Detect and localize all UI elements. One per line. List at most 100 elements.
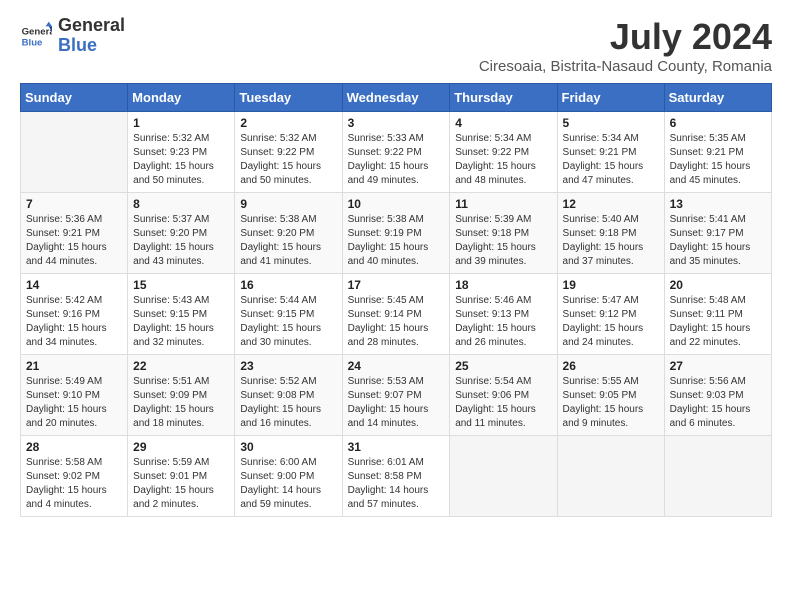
- calendar-header-friday: Friday: [557, 84, 664, 112]
- day-info: Sunrise: 5:32 AM Sunset: 9:22 PM Dayligh…: [240, 132, 336, 188]
- day-info: Sunrise: 6:01 AM Sunset: 8:58 PM Dayligh…: [348, 456, 445, 512]
- logo-general-text: General: [58, 15, 125, 35]
- day-number: 6: [670, 116, 766, 130]
- day-number: 29: [133, 440, 229, 454]
- day-number: 24: [348, 359, 445, 373]
- day-info: Sunrise: 5:51 AM Sunset: 9:09 PM Dayligh…: [133, 375, 229, 431]
- calendar-cell: 15 Sunrise: 5:43 AM Sunset: 9:15 PM Dayli…: [128, 274, 235, 355]
- day-number: 26: [563, 359, 659, 373]
- calendar-week-row: 1 Sunrise: 5:32 AM Sunset: 9:23 PM Daylig…: [21, 112, 772, 193]
- calendar-cell: 31 Sunrise: 6:01 AM Sunset: 8:58 PM Dayli…: [342, 436, 450, 517]
- day-info: Sunrise: 5:35 AM Sunset: 9:21 PM Dayligh…: [670, 132, 766, 188]
- day-info: Sunrise: 5:42 AM Sunset: 9:16 PM Dayligh…: [26, 294, 122, 350]
- day-number: 22: [133, 359, 229, 373]
- day-number: 13: [670, 197, 766, 211]
- calendar-cell: 5 Sunrise: 5:34 AM Sunset: 9:21 PM Daylig…: [557, 112, 664, 193]
- calendar-week-row: 28 Sunrise: 5:58 AM Sunset: 9:02 PM Dayli…: [21, 436, 772, 517]
- day-number: 3: [348, 116, 445, 130]
- day-number: 31: [348, 440, 445, 454]
- day-number: 14: [26, 278, 122, 292]
- day-info: Sunrise: 5:54 AM Sunset: 9:06 PM Dayligh…: [455, 375, 551, 431]
- logo-icon: General Blue: [20, 20, 52, 52]
- day-number: 2: [240, 116, 336, 130]
- calendar-cell: 6 Sunrise: 5:35 AM Sunset: 9:21 PM Daylig…: [664, 112, 771, 193]
- calendar-cell: 9Sunrise: 5:38 AM Sunset: 9:20 PM Daylig…: [235, 193, 342, 274]
- day-number: 21: [26, 359, 122, 373]
- calendar-cell: 16Sunrise: 5:44 AM Sunset: 9:15 PM Dayli…: [235, 274, 342, 355]
- day-info: Sunrise: 5:55 AM Sunset: 9:05 PM Dayligh…: [563, 375, 659, 431]
- day-number: 28: [26, 440, 122, 454]
- logo-blue-text: Blue: [58, 35, 97, 55]
- calendar-cell: 12Sunrise: 5:40 AM Sunset: 9:18 PM Dayli…: [557, 193, 664, 274]
- day-number: 11: [455, 197, 551, 211]
- day-info: Sunrise: 5:34 AM Sunset: 9:22 PM Dayligh…: [455, 132, 551, 188]
- day-info: Sunrise: 5:37 AM Sunset: 9:20 PM Dayligh…: [133, 213, 229, 269]
- calendar-header-row: SundayMondayTuesdayWednesdayThursdayFrid…: [21, 84, 772, 112]
- calendar-header-tuesday: Tuesday: [235, 84, 342, 112]
- day-number: 5: [563, 116, 659, 130]
- calendar-header-sunday: Sunday: [21, 84, 128, 112]
- calendar-cell: 10 Sunrise: 5:38 AM Sunset: 9:19 PM Dayli…: [342, 193, 450, 274]
- day-info: Sunrise: 5:52 AM Sunset: 9:08 PM Dayligh…: [240, 375, 336, 431]
- day-number: 7: [26, 197, 122, 211]
- calendar-header-saturday: Saturday: [664, 84, 771, 112]
- calendar-cell: 30 Sunrise: 6:00 AM Sunset: 9:00 PM Dayli…: [235, 436, 342, 517]
- calendar-cell: 13 Sunrise: 5:41 AM Sunset: 9:17 PM Dayli…: [664, 193, 771, 274]
- day-info: Sunrise: 5:43 AM Sunset: 9:15 PM Dayligh…: [133, 294, 229, 350]
- svg-text:Blue: Blue: [22, 38, 43, 49]
- calendar-cell: 27Sunrise: 5:56 AM Sunset: 9:03 PM Dayli…: [664, 355, 771, 436]
- calendar-cell: 25 Sunrise: 5:54 AM Sunset: 9:06 PM Dayli…: [450, 355, 557, 436]
- day-number: 15: [133, 278, 229, 292]
- day-info: Sunrise: 5:41 AM Sunset: 9:17 PM Dayligh…: [670, 213, 766, 269]
- svg-text:General: General: [22, 26, 52, 37]
- calendar-header-thursday: Thursday: [450, 84, 557, 112]
- day-info: Sunrise: 5:49 AM Sunset: 9:10 PM Dayligh…: [26, 375, 122, 431]
- calendar-cell: [450, 436, 557, 517]
- day-info: Sunrise: 5:58 AM Sunset: 9:02 PM Dayligh…: [26, 456, 122, 512]
- calendar-cell: 2 Sunrise: 5:32 AM Sunset: 9:22 PM Daylig…: [235, 112, 342, 193]
- calendar-cell: 20Sunrise: 5:48 AM Sunset: 9:11 PM Dayli…: [664, 274, 771, 355]
- day-info: Sunrise: 5:34 AM Sunset: 9:21 PM Dayligh…: [563, 132, 659, 188]
- day-number: 1: [133, 116, 229, 130]
- calendar-cell: 1 Sunrise: 5:32 AM Sunset: 9:23 PM Daylig…: [128, 112, 235, 193]
- day-info: Sunrise: 5:38 AM Sunset: 9:19 PM Dayligh…: [348, 213, 445, 269]
- day-info: Sunrise: 6:00 AM Sunset: 9:00 PM Dayligh…: [240, 456, 336, 512]
- day-number: 9: [240, 197, 336, 211]
- calendar-week-row: 21 Sunrise: 5:49 AM Sunset: 9:10 PM Dayli…: [21, 355, 772, 436]
- day-number: 25: [455, 359, 551, 373]
- calendar-cell: 23 Sunrise: 5:52 AM Sunset: 9:08 PM Dayli…: [235, 355, 342, 436]
- day-info: Sunrise: 5:47 AM Sunset: 9:12 PM Dayligh…: [563, 294, 659, 350]
- day-number: 19: [563, 278, 659, 292]
- day-info: Sunrise: 5:46 AM Sunset: 9:13 PM Dayligh…: [455, 294, 551, 350]
- calendar-cell: 26 Sunrise: 5:55 AM Sunset: 9:05 PM Dayli…: [557, 355, 664, 436]
- day-number: 30: [240, 440, 336, 454]
- day-info: Sunrise: 5:39 AM Sunset: 9:18 PM Dayligh…: [455, 213, 551, 269]
- day-info: Sunrise: 5:45 AM Sunset: 9:14 PM Dayligh…: [348, 294, 445, 350]
- day-info: Sunrise: 5:32 AM Sunset: 9:23 PM Dayligh…: [133, 132, 229, 188]
- day-number: 8: [133, 197, 229, 211]
- day-number: 23: [240, 359, 336, 373]
- day-info: Sunrise: 5:40 AM Sunset: 9:18 PM Dayligh…: [563, 213, 659, 269]
- calendar-header-wednesday: Wednesday: [342, 84, 450, 112]
- calendar-cell: 11 Sunrise: 5:39 AM Sunset: 9:18 PM Dayli…: [450, 193, 557, 274]
- calendar-cell: 14 Sunrise: 5:42 AM Sunset: 9:16 PM Dayli…: [21, 274, 128, 355]
- calendar-cell: 7 Sunrise: 5:36 AM Sunset: 9:21 PM Daylig…: [21, 193, 128, 274]
- calendar-cell: [557, 436, 664, 517]
- day-number: 18: [455, 278, 551, 292]
- calendar-week-row: 7 Sunrise: 5:36 AM Sunset: 9:21 PM Daylig…: [21, 193, 772, 274]
- calendar-cell: 24Sunrise: 5:53 AM Sunset: 9:07 PM Dayli…: [342, 355, 450, 436]
- day-number: 10: [348, 197, 445, 211]
- day-info: Sunrise: 5:33 AM Sunset: 9:22 PM Dayligh…: [348, 132, 445, 188]
- day-number: 27: [670, 359, 766, 373]
- calendar-cell: 4Sunrise: 5:34 AM Sunset: 9:22 PM Daylig…: [450, 112, 557, 193]
- logo: General Blue General Blue: [20, 16, 125, 56]
- day-number: 17: [348, 278, 445, 292]
- calendar-cell: 19 Sunrise: 5:47 AM Sunset: 9:12 PM Dayli…: [557, 274, 664, 355]
- day-info: Sunrise: 5:36 AM Sunset: 9:21 PM Dayligh…: [26, 213, 122, 269]
- header: General Blue General Blue July 2024 Cire…: [20, 16, 772, 75]
- calendar-cell: 28 Sunrise: 5:58 AM Sunset: 9:02 PM Dayli…: [21, 436, 128, 517]
- day-number: 16: [240, 278, 336, 292]
- logo-wordmark: General Blue: [58, 16, 125, 56]
- day-number: 20: [670, 278, 766, 292]
- calendar-cell: 8 Sunrise: 5:37 AM Sunset: 9:20 PM Daylig…: [128, 193, 235, 274]
